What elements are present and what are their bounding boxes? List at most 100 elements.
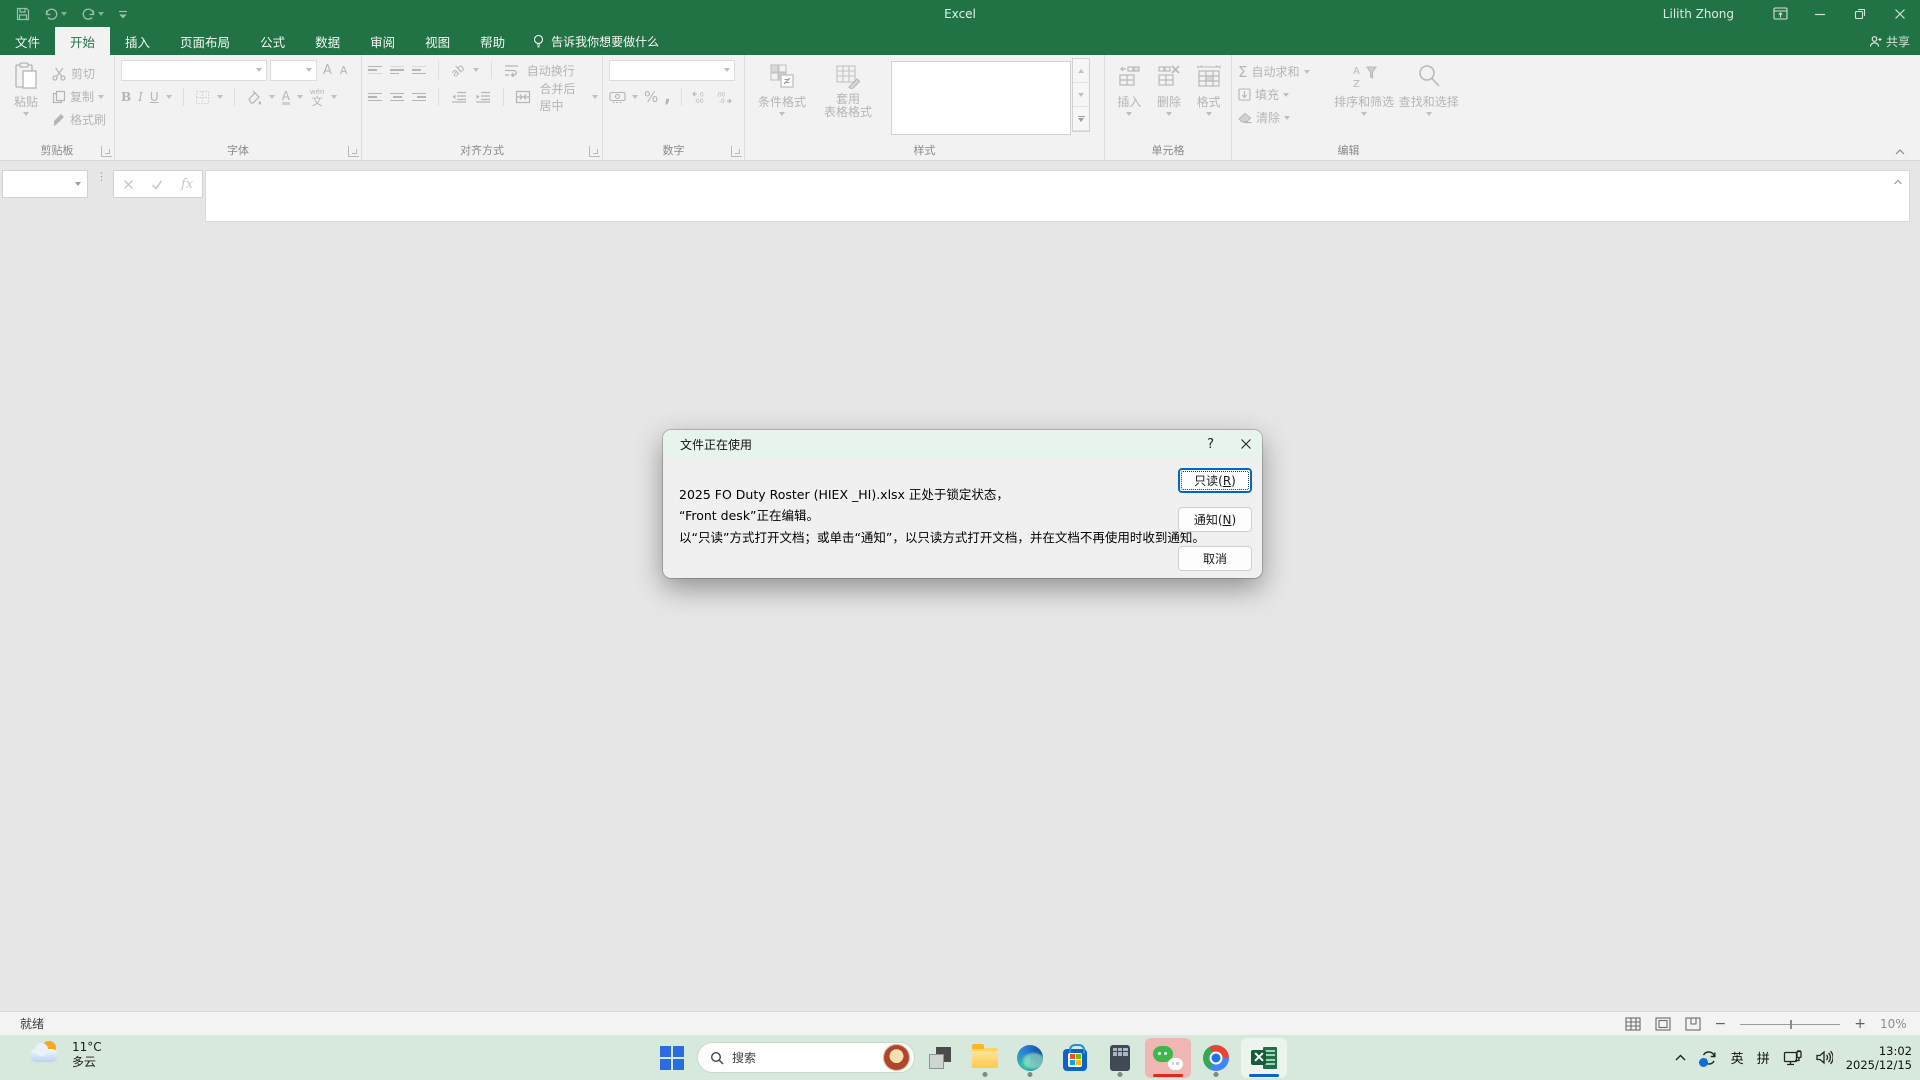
volume-icon[interactable] [1815,1050,1833,1065]
calculator-button[interactable] [1100,1038,1140,1078]
zoom-slider-thumb[interactable] [1790,1020,1792,1029]
align-top-icon[interactable] [368,66,382,75]
wrap-text-button[interactable]: 自动换行 [527,62,575,79]
cell-styles-gallery[interactable] [891,61,1071,135]
formula-bar-expand-chevron[interactable] [1893,179,1903,186]
zoom-out-button[interactable]: − [1715,1017,1727,1031]
gallery-up-button[interactable] [1073,59,1089,83]
merge-center-dropdown[interactable] [592,95,598,99]
align-bottom-icon[interactable] [412,66,426,75]
sort-filter-button[interactable]: AZ 排序和筛选 [1332,59,1397,128]
normal-view-icon[interactable] [1625,1017,1641,1031]
bold-button[interactable]: B [121,90,131,104]
accounting-format-icon[interactable] [609,91,626,104]
insert-function-button[interactable]: fx [181,177,193,192]
tab-view[interactable]: 视图 [410,27,465,55]
tab-insert[interactable]: 插入 [110,27,165,55]
restore-button[interactable] [1840,0,1880,27]
tab-help[interactable]: 帮助 [465,27,520,55]
autosum-button[interactable]: Σ 自动求和 [1238,61,1332,82]
phonetic-dropdown[interactable] [331,95,337,99]
tab-file[interactable]: 文件 [0,27,55,55]
font-dialog-launcher[interactable] [348,146,359,157]
zoom-level[interactable]: 10% [1880,1017,1910,1031]
underline-dropdown[interactable] [166,95,172,99]
delete-cells-button[interactable]: 删除 [1151,59,1188,116]
ime-pinyin-indicator[interactable]: 拼 [1757,1048,1770,1067]
percent-style-button[interactable]: % [644,88,658,106]
fill-color-dropdown[interactable] [269,95,275,99]
font-color-dropdown[interactable] [297,95,303,99]
number-dialog-launcher[interactable] [731,146,742,157]
close-window-button[interactable] [1880,0,1920,27]
account-user-name[interactable]: Lilith Zhong [1663,7,1734,21]
tab-formulas[interactable]: 公式 [245,27,300,55]
update-sync-icon[interactable] [1700,1050,1718,1066]
file-explorer-button[interactable] [965,1038,1005,1078]
align-center-icon[interactable] [390,93,404,102]
page-break-view-icon[interactable] [1685,1017,1701,1031]
grow-font-button[interactable]: A [323,63,332,78]
clock-widget[interactable]: 13:02 2025/12/15 [1846,1044,1912,1072]
tab-data[interactable]: 数据 [300,27,355,55]
format-cells-button[interactable]: 格式 [1190,59,1227,116]
fill-color-icon[interactable] [246,90,262,105]
read-only-button[interactable]: 只读(R) [1178,468,1252,493]
dialog-help-button[interactable]: ? [1207,437,1214,452]
underline-button[interactable]: U [150,90,159,104]
orientation-icon[interactable]: ab [448,61,467,80]
cancel-entry-icon[interactable] [123,179,134,190]
increase-decimal-icon[interactable]: .0.00 [692,90,709,104]
gallery-scroll-rail[interactable] [1072,58,1090,132]
shrink-font-button[interactable]: A [340,64,348,77]
italic-button[interactable]: I [138,90,143,104]
conditional-formatting-button[interactable]: 条件格式 [751,59,813,135]
minimize-button[interactable] [1800,0,1840,27]
network-icon[interactable] [1783,1050,1802,1066]
formula-bar-splitter[interactable]: ⋮ [96,174,107,180]
increase-indent-icon[interactable] [475,91,491,103]
borders-dropdown[interactable] [217,95,223,99]
accounting-dropdown[interactable] [632,95,638,99]
edge-button[interactable] [1010,1038,1050,1078]
tell-me-box[interactable]: 告诉我你想要做什么 [520,27,671,55]
formula-input[interactable] [205,170,1910,222]
orientation-dropdown[interactable] [473,68,479,72]
start-button[interactable] [652,1038,692,1078]
format-as-table-button[interactable]: 套用 表格格式 [817,59,879,135]
cancel-button[interactable]: 取消 [1178,546,1252,571]
name-box[interactable] [2,170,88,198]
align-middle-icon[interactable] [390,66,404,75]
number-format-combo[interactable] [609,60,735,81]
chrome-button[interactable] [1196,1038,1236,1078]
phonetic-guide-button[interactable]: wén 文 [310,87,324,107]
insert-cells-button[interactable]: 插入 [1111,59,1148,116]
microsoft-store-button[interactable] [1055,1038,1095,1078]
gallery-more-button[interactable] [1073,107,1089,131]
decrease-indent-icon[interactable] [451,91,467,103]
gallery-down-button[interactable] [1073,83,1089,107]
taskbar-search-box[interactable]: 搜索 [697,1042,915,1073]
decrease-decimal-icon[interactable]: .00.0 [715,90,732,104]
save-icon[interactable] [16,7,30,21]
excel-taskbar-button[interactable] [1241,1038,1287,1078]
redo-button[interactable] [81,7,104,20]
alignment-dialog-launcher[interactable] [589,146,600,157]
align-right-icon[interactable] [412,93,426,102]
font-color-button[interactable]: A [282,90,290,105]
font-name-combo[interactable] [121,60,267,81]
paste-button[interactable]: 粘贴 [6,59,46,130]
fill-button[interactable]: 填充 [1238,84,1332,105]
comma-style-button[interactable]: , [664,93,670,101]
customize-qat-button[interactable] [118,9,128,19]
weather-widget[interactable]: 11°C 多云 [28,1038,102,1072]
share-button[interactable]: 共享 [1869,27,1910,55]
enter-entry-icon[interactable] [151,179,163,190]
search-highlight-image[interactable] [883,1044,910,1071]
font-size-combo[interactable] [270,60,317,81]
ribbon-display-options-button[interactable] [1760,0,1800,27]
page-layout-view-icon[interactable] [1655,1017,1671,1031]
wrap-text-icon[interactable] [504,64,519,77]
tab-home[interactable]: 开始 [55,27,110,55]
zoom-in-button[interactable]: + [1854,1017,1866,1031]
